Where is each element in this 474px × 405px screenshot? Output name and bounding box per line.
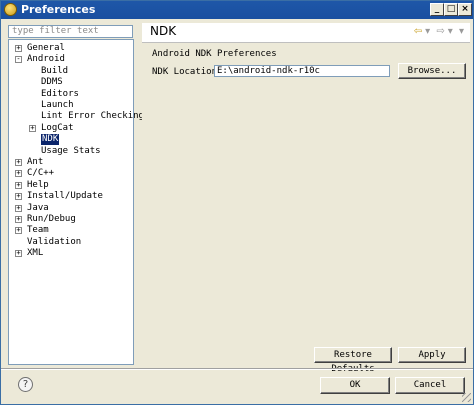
expand-icon[interactable]: + xyxy=(15,159,22,166)
tree-item[interactable]: Launch xyxy=(9,100,133,111)
expand-icon[interactable]: + xyxy=(15,250,22,258)
tree-item-label: Java xyxy=(27,202,49,213)
cancel-button[interactable]: Cancel xyxy=(395,377,465,394)
nav-controls: ⇦ ▾ ⇨ ▾ ▾ xyxy=(411,26,464,37)
tree-item[interactable]: + XML xyxy=(9,248,133,259)
tree-item[interactable]: + Ant xyxy=(9,157,133,168)
tree-item-label: LogCat xyxy=(41,122,74,133)
expand-icon[interactable]: + xyxy=(15,170,22,178)
tree-item[interactable]: + Java xyxy=(9,203,133,214)
tree-item-label: NDK xyxy=(41,134,60,146)
page-content: Android NDK Preferences NDK Location E:\… xyxy=(142,43,470,374)
tree-item-label: Run/Debug xyxy=(27,214,76,224)
view-menu-icon[interactable]: ▾ xyxy=(459,26,464,37)
expand-icon[interactable]: + xyxy=(15,204,22,212)
forward-menu-icon[interactable]: ▾ xyxy=(448,26,453,37)
tree-item[interactable]: Validation xyxy=(9,237,133,248)
tree-item-label: General xyxy=(27,43,65,53)
window-title: Preferences xyxy=(21,3,96,16)
browse-button[interactable]: Browse... xyxy=(398,63,466,79)
tree-item-label: Android xyxy=(27,54,65,65)
tree-item-label: Ant xyxy=(27,157,44,167)
restore-defaults-button[interactable]: Restore Defaults xyxy=(314,347,392,374)
expand-icon[interactable]: + xyxy=(29,124,36,132)
ndk-location-field[interactable]: E:\android-ndk-r10c xyxy=(214,65,390,77)
tree-item[interactable]: + Team xyxy=(9,225,133,236)
tree-item[interactable]: + General xyxy=(9,43,133,54)
tree-item-label: DDMS xyxy=(41,77,63,88)
collapse-icon[interactable]: - xyxy=(15,56,22,64)
tree-item-label: Lint Error Checking xyxy=(41,111,144,122)
page-title: NDK xyxy=(150,24,177,38)
expand-icon[interactable]: + xyxy=(15,181,22,189)
tree-item[interactable]: + C/C++ xyxy=(9,168,133,179)
back-menu-icon[interactable]: ▾ xyxy=(425,26,430,37)
tree-item-label: Team xyxy=(27,225,49,236)
tree-item-label: Build xyxy=(41,65,69,76)
help-icon[interactable]: ? xyxy=(18,377,33,392)
footer-separator xyxy=(1,368,473,370)
tree-item[interactable]: Build xyxy=(9,66,133,77)
page-description: Android NDK Preferences xyxy=(152,49,277,59)
tree-item-label: Help xyxy=(27,179,49,190)
tree-item[interactable]: + LogCat xyxy=(9,123,133,134)
tree-item[interactable]: + Help xyxy=(9,180,133,191)
tree-item-label: Launch xyxy=(41,100,74,110)
filter-input[interactable]: type filter text xyxy=(8,25,133,38)
resize-grip[interactable] xyxy=(462,393,471,402)
preference-tree[interactable]: + General - Android Build DDMS Editors Launch Li… xyxy=(8,39,144,365)
expand-icon[interactable]: + xyxy=(15,193,22,201)
tree-item-label: Install/Update xyxy=(27,191,103,202)
tree-item[interactable]: + Run/Debug xyxy=(9,214,133,225)
tree-item[interactable]: NDK xyxy=(9,134,133,146)
expand-icon[interactable]: + xyxy=(15,45,22,52)
ndk-location-label: NDK Location xyxy=(152,67,218,77)
tree-item-label: Usage Stats xyxy=(41,145,101,156)
tree-item[interactable]: Usage Stats xyxy=(9,146,133,157)
tree-item-label: XML xyxy=(27,248,44,259)
apply-button[interactable]: Apply xyxy=(398,347,466,363)
expand-icon[interactable]: + xyxy=(15,227,22,235)
minimize-button[interactable]: _ xyxy=(430,3,444,16)
title-bar[interactable]: Preferences _ □ × xyxy=(1,1,473,19)
ok-button[interactable]: OK xyxy=(320,377,390,394)
close-button[interactable]: × xyxy=(458,3,472,16)
tree-item[interactable]: + Install/Update xyxy=(9,191,133,202)
tree-item[interactable]: Lint Error Checking xyxy=(9,111,144,122)
tree-item-label: Editors xyxy=(41,88,79,99)
tree-item[interactable]: - Android xyxy=(9,54,133,65)
expand-icon[interactable]: + xyxy=(15,216,22,223)
tree-item[interactable]: DDMS xyxy=(9,77,133,88)
tree-item-label: C/C++ xyxy=(27,168,55,179)
back-arrow-icon[interactable]: ⇦ xyxy=(414,26,422,37)
forward-arrow-icon[interactable]: ⇨ xyxy=(436,26,444,37)
tree-item-label: Validation xyxy=(27,236,82,247)
page-header: NDK ⇦ ▾ ⇨ ▾ ▾ xyxy=(142,23,470,43)
app-icon xyxy=(4,3,17,16)
maximize-button[interactable]: □ xyxy=(444,3,458,16)
preferences-window: Preferences _ □ × type filter text + Gene… xyxy=(0,0,474,405)
tree-item[interactable]: Editors xyxy=(9,89,133,100)
